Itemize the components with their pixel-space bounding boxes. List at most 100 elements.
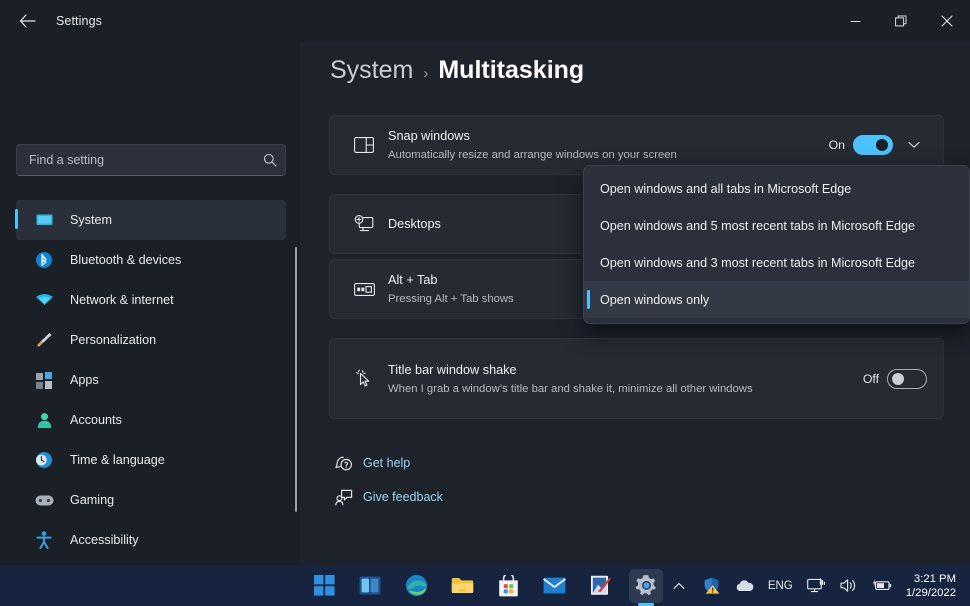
- edge-icon: [405, 574, 427, 597]
- toggle-knob: [876, 139, 888, 151]
- search-box[interactable]: [16, 144, 286, 176]
- maximize-restore-button[interactable]: [878, 0, 924, 42]
- restore-icon: [894, 15, 906, 26]
- edge-button[interactable]: [399, 569, 433, 603]
- sidebar-item-label: Personalization: [70, 333, 157, 347]
- cloud-icon: [737, 579, 754, 591]
- sidebar-item-label: Accounts: [70, 413, 122, 427]
- start-button[interactable]: [307, 569, 341, 603]
- clock[interactable]: 3:21 PM 1/29/2022: [902, 572, 962, 600]
- breadcrumb-separator-icon: ›: [423, 65, 429, 82]
- sidebar-item-gaming[interactable]: Gaming: [16, 480, 286, 520]
- microsoft-store-button[interactable]: [491, 569, 525, 603]
- snap-windows-toggle[interactable]: [853, 135, 893, 155]
- chevron-down-icon: [908, 141, 920, 148]
- sidebar-item-label: Gaming: [70, 493, 115, 507]
- battery-charging-icon: [872, 579, 891, 590]
- give-feedback-label: Give feedback: [363, 490, 443, 504]
- dropdown-option-all-tabs[interactable]: Open windows and all tabs in Microsoft E…: [584, 170, 969, 207]
- speaker-icon: [840, 579, 856, 592]
- task-view-icon: [359, 576, 381, 595]
- back-arrow-icon: [19, 14, 36, 28]
- system-tray: ENG 3:21 PM 1/29/2022: [666, 565, 962, 606]
- sidebar: System Bluetooth & devices: [0, 42, 300, 565]
- give-feedback-link[interactable]: Give feedback: [329, 480, 443, 514]
- mail-button[interactable]: [537, 569, 571, 603]
- dropdown-option-label: Open windows and 5 most recent tabs in M…: [600, 218, 916, 233]
- dropdown-option-5-recent-tabs[interactable]: Open windows and 5 most recent tabs in M…: [584, 207, 969, 244]
- gear-icon: [635, 575, 656, 596]
- get-help-label: Get help: [363, 456, 411, 470]
- dropdown-option-windows-only[interactable]: Open windows only: [584, 281, 969, 318]
- monitor-icon: [32, 210, 56, 230]
- windows-logo-icon: [313, 575, 335, 596]
- paint-picture-icon: [590, 575, 611, 595]
- task-view-button[interactable]: [353, 569, 387, 603]
- network-icon: [806, 577, 825, 592]
- defender-button[interactable]: [699, 571, 725, 601]
- clock-time: 3:21 PM: [913, 572, 956, 585]
- settings-window: Settings Find a setting System Bluetooth…: [0, 0, 970, 606]
- sidebar-item-network-internet[interactable]: Network & internet: [16, 280, 286, 320]
- sidebar-item-apps[interactable]: Apps: [16, 360, 286, 400]
- store-bag-icon: [498, 574, 518, 596]
- sidebar-item-label: System: [70, 213, 112, 227]
- title-bar-shake-state: Off: [862, 371, 879, 386]
- close-button[interactable]: [924, 0, 970, 42]
- search-icon: [263, 153, 277, 167]
- back-button[interactable]: [6, 5, 48, 37]
- dropdown-option-3-recent-tabs[interactable]: Open windows and 3 most recent tabs in M…: [584, 244, 969, 281]
- title-bar: Settings: [0, 0, 970, 42]
- sidebar-item-time-language[interactable]: Time & language: [16, 440, 286, 480]
- paint-button[interactable]: [583, 569, 617, 603]
- wifi-icon: [32, 290, 56, 310]
- language-label: ENG: [767, 579, 793, 592]
- sidebar-scrollbar[interactable]: [295, 247, 297, 512]
- sidebar-nav: System Bluetooth & devices Network & int…: [0, 200, 300, 560]
- sidebar-item-label: Network & internet: [70, 293, 174, 307]
- dropdown-option-label: Open windows only: [600, 292, 710, 307]
- sidebar-item-bluetooth-devices[interactable]: Bluetooth & devices: [16, 240, 286, 280]
- title-bar-shake-toggle[interactable]: [887, 368, 927, 389]
- gamepad-icon: [32, 490, 56, 510]
- settings-button[interactable]: [629, 568, 663, 603]
- language-button[interactable]: ENG: [765, 571, 796, 601]
- desktop-add-icon: [346, 215, 382, 233]
- alt-tab-dropdown-flyout: Open windows and all tabs in Microsoft E…: [583, 165, 970, 324]
- breadcrumb-root[interactable]: System: [330, 56, 413, 85]
- file-explorer-button[interactable]: [445, 569, 479, 603]
- sidebar-item-personalization[interactable]: Personalization: [16, 320, 286, 360]
- search-input[interactable]: [29, 153, 263, 167]
- help-question-icon: [329, 455, 359, 472]
- title-bar-shake-row[interactable]: Title bar window shake When I grab a win…: [330, 339, 943, 418]
- close-icon: [941, 15, 953, 27]
- network-button[interactable]: [803, 571, 829, 601]
- minimize-icon: [850, 20, 860, 22]
- breadcrumb: System › Multitasking: [330, 56, 584, 85]
- mail-envelope-icon: [542, 577, 566, 594]
- minimize-button[interactable]: [832, 0, 878, 42]
- sidebar-item-accessibility[interactable]: Accessibility: [16, 520, 286, 560]
- title-bar-shake-title: Title bar window shake: [388, 362, 517, 377]
- accessibility-icon: [32, 530, 56, 550]
- sidebar-item-label: Apps: [70, 373, 99, 387]
- sidebar-item-accounts[interactable]: Accounts: [16, 400, 286, 440]
- sidebar-item-label: Time & language: [70, 453, 165, 467]
- snap-windows-title: Snap windows: [388, 129, 470, 143]
- clock-date: 1/29/2022: [905, 586, 956, 599]
- toggle-knob: [892, 372, 904, 385]
- sidebar-item-system[interactable]: System: [15, 200, 286, 240]
- volume-button[interactable]: [836, 571, 862, 601]
- window-title: Settings: [56, 14, 102, 28]
- person-icon: [32, 410, 56, 430]
- taskbar: ENG 3:21 PM 1/29/2022: [0, 565, 970, 606]
- onedrive-button[interactable]: [732, 571, 758, 601]
- folder-icon: [451, 578, 473, 593]
- battery-button[interactable]: [869, 571, 895, 601]
- cursor-click-icon: [346, 369, 382, 389]
- tray-overflow-button[interactable]: [666, 571, 692, 601]
- clock-globe-icon: [32, 450, 56, 470]
- snap-windows-expand-button[interactable]: [901, 132, 927, 158]
- get-help-link[interactable]: Get help: [329, 446, 443, 480]
- apps-grid-icon: [32, 370, 56, 390]
